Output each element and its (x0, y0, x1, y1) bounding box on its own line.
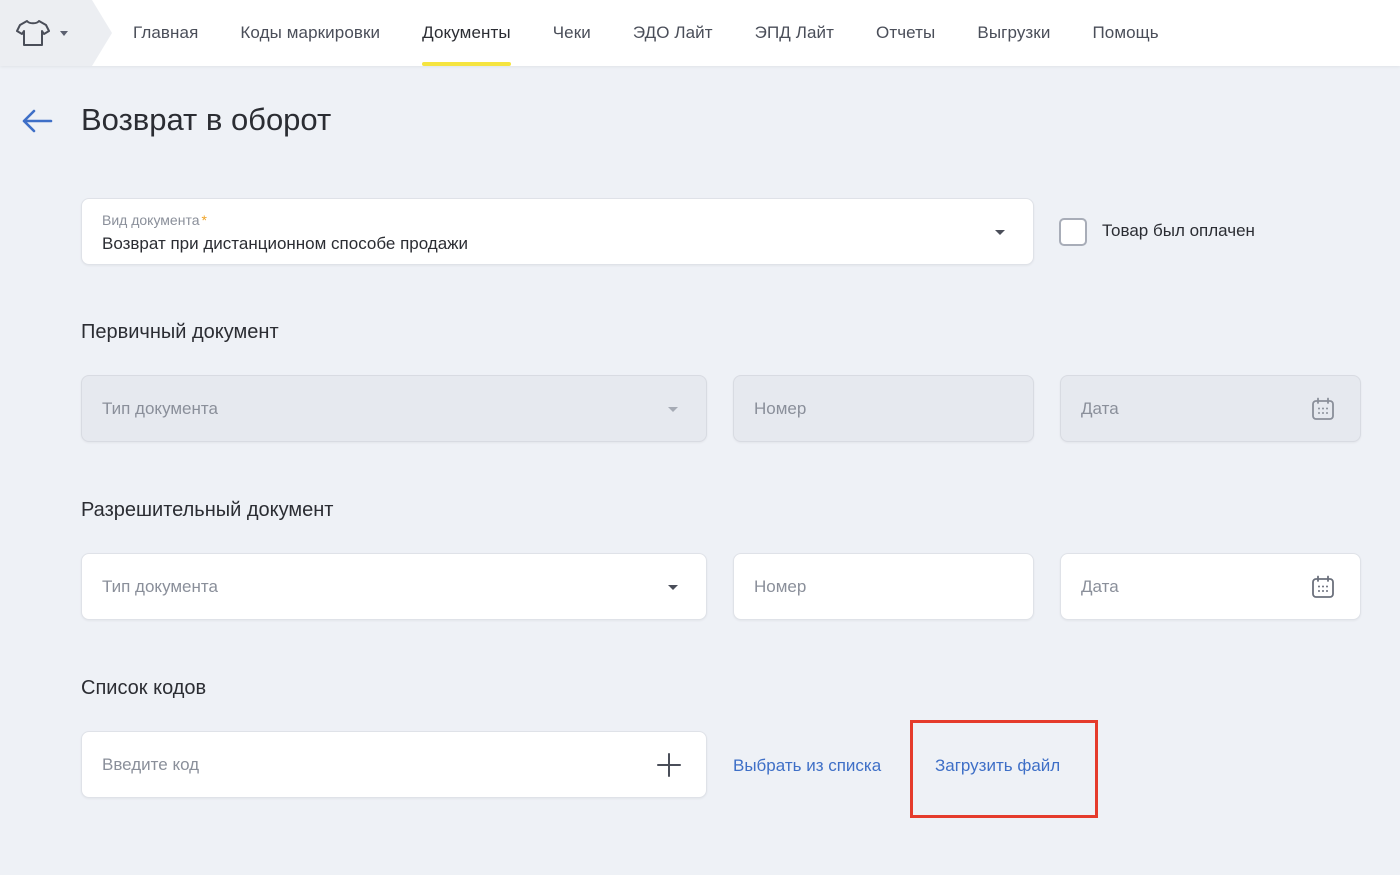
code-input[interactable]: Введите код (81, 731, 707, 798)
nav-item-exports[interactable]: Выгрузки (956, 0, 1071, 66)
nav-item-marking-codes[interactable]: Коды маркировки (219, 0, 401, 66)
primary-doc-type-select: Тип документа (81, 375, 707, 442)
permit-doc-date-input[interactable]: Дата (1060, 553, 1361, 620)
calendar-icon (1312, 397, 1334, 420)
chevron-down-icon (60, 30, 68, 36)
chevron-down-icon (668, 406, 678, 412)
chevron-down-icon (995, 229, 1005, 235)
paid-checkbox[interactable] (1059, 218, 1087, 246)
nav-item-receipts[interactable]: Чеки (532, 0, 612, 66)
page-title: Возврат в оборот (81, 102, 332, 137)
chevron-down-icon (668, 584, 678, 590)
primary-doc-number-input: Номер (733, 375, 1034, 442)
product-switcher[interactable] (0, 0, 112, 66)
required-mark: * (201, 212, 207, 228)
primary-doc-date-placeholder: Дата (1081, 398, 1119, 418)
primary-document-title: Первичный документ (81, 321, 279, 343)
plus-icon[interactable] (656, 752, 682, 778)
document-type-value: Возврат при дистанционном способе продаж… (102, 234, 469, 253)
permit-doc-date-placeholder: Дата (1081, 576, 1119, 596)
nav-item-home[interactable]: Главная (112, 0, 219, 66)
paid-checkbox-label[interactable]: Товар был оплачен (1102, 221, 1255, 241)
primary-doc-type-placeholder: Тип документа (102, 398, 218, 418)
primary-doc-date-input: Дата (1060, 375, 1361, 442)
highlight-annotation-box (910, 720, 1098, 818)
nav-item-help[interactable]: Помощь (1071, 0, 1179, 66)
permit-document-title: Разрешительный документ (81, 499, 334, 521)
nav-item-epd-lite[interactable]: ЭПД Лайт (734, 0, 855, 66)
calendar-icon[interactable] (1310, 574, 1336, 600)
top-navigation-bar: Главная Коды маркировки Документы Чеки Э… (0, 0, 1400, 66)
nav-item-reports[interactable]: Отчеты (855, 0, 956, 66)
permit-doc-number-placeholder: Номер (754, 576, 807, 596)
choose-from-list-link[interactable]: Выбрать из списка (733, 756, 881, 776)
code-input-placeholder: Введите код (102, 754, 200, 774)
permit-doc-type-placeholder: Тип документа (102, 576, 218, 596)
document-type-select[interactable]: Вид документа * Возврат при дистанционном… (81, 198, 1034, 265)
permit-doc-type-select[interactable]: Тип документа (81, 553, 707, 620)
nav-item-documents[interactable]: Документы (401, 0, 532, 66)
document-type-label: Вид документа * (102, 212, 207, 228)
tshirt-icon (16, 20, 50, 46)
nav-item-edo-lite[interactable]: ЭДО Лайт (612, 0, 734, 66)
codes-list-title: Список кодов (81, 677, 207, 699)
document-type-label-text: Вид документа (102, 212, 200, 228)
permit-doc-number-input[interactable]: Номер (733, 553, 1034, 620)
main-nav: Главная Коды маркировки Документы Чеки Э… (112, 0, 1180, 66)
arrow-left-icon[interactable] (20, 106, 54, 136)
primary-doc-number-placeholder: Номер (754, 398, 807, 418)
